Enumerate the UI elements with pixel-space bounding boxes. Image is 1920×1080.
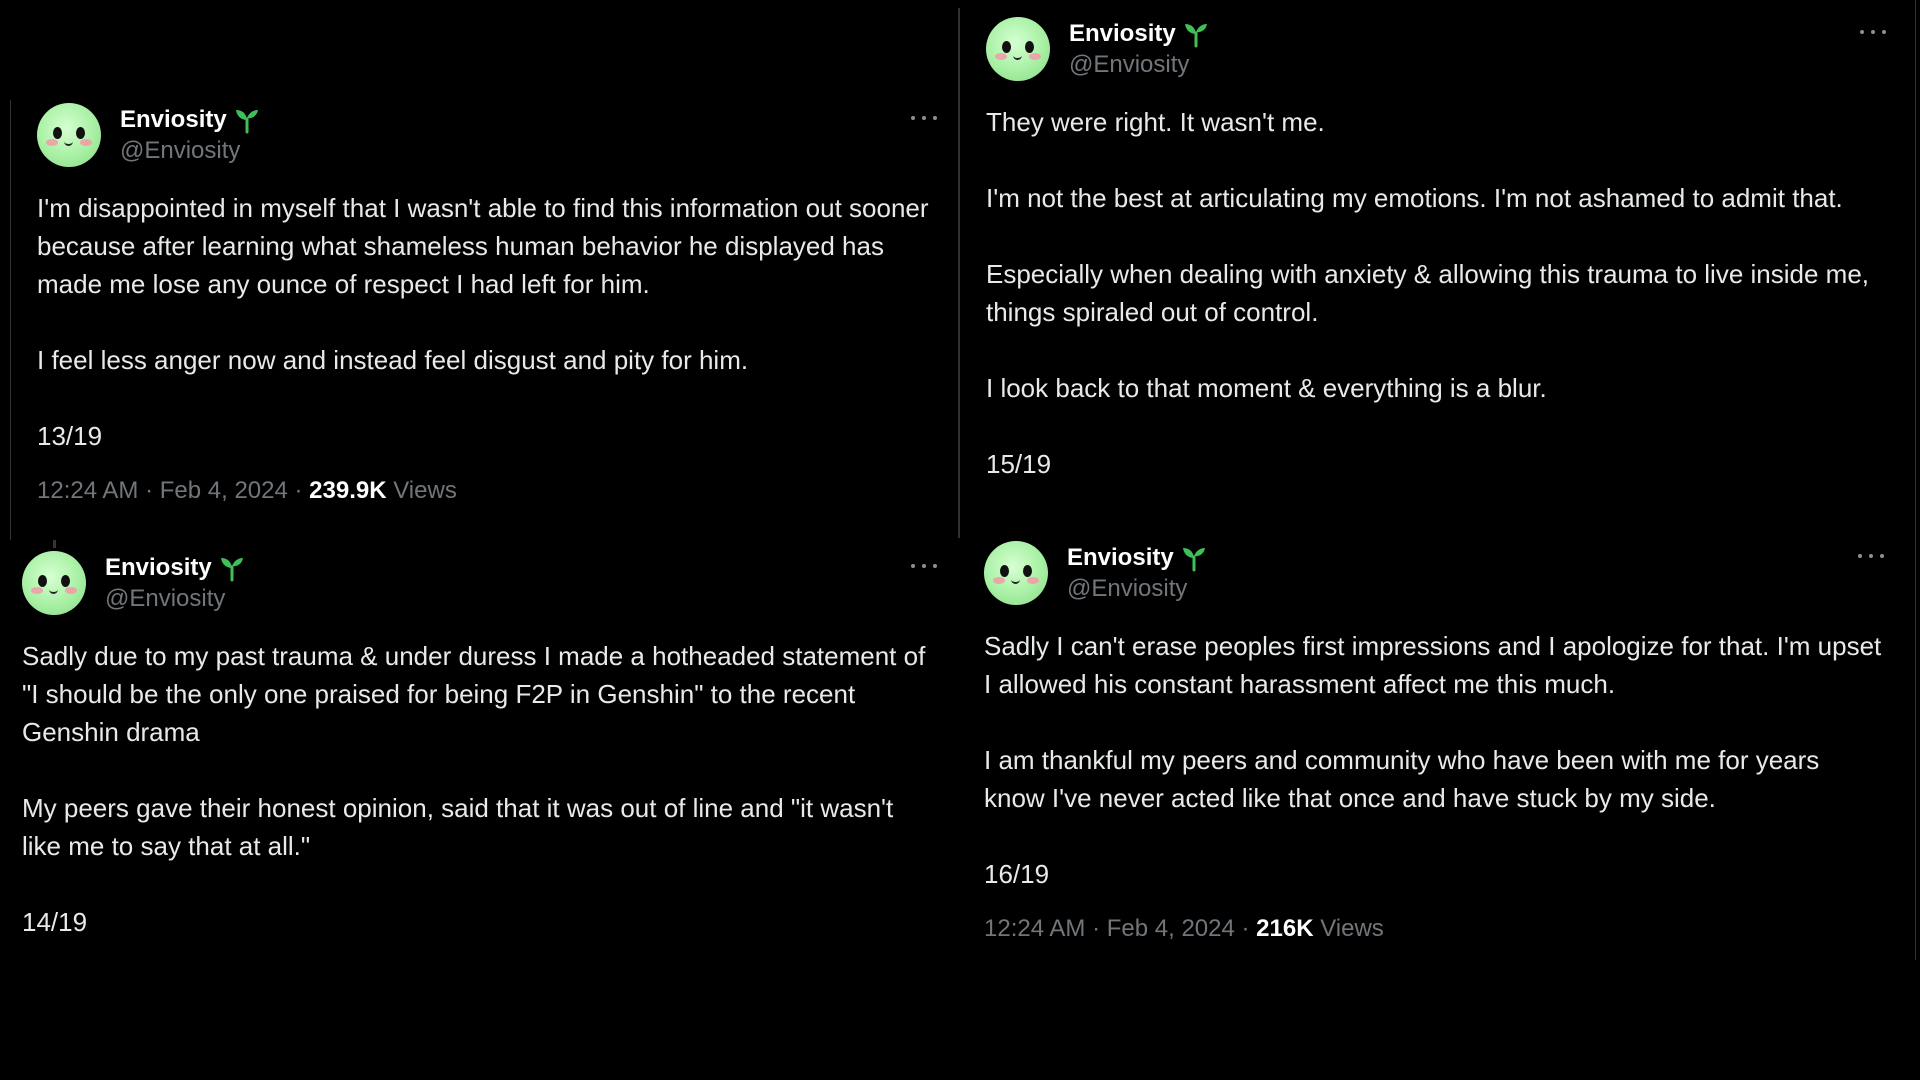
tweet-paragraph: They were right. It wasn't me. <box>986 107 1325 137</box>
meta-separator: · <box>138 477 160 504</box>
avatar-eye-right <box>1025 41 1034 53</box>
sprout-icon <box>235 110 258 134</box>
avatar[interactable] <box>986 17 1050 81</box>
display-name[interactable]: Enviosity <box>105 554 212 582</box>
tweet-paragraph: I'm disappointed in myself that I wasn't… <box>37 193 929 299</box>
avatar-blush-right <box>1027 577 1039 584</box>
thread-count: 15/19 <box>986 449 1052 479</box>
avatar-mouth <box>1013 53 1022 60</box>
tweet-13[interactable]: Enviosity @Enviosity I'm disappointed in… <box>37 103 937 505</box>
tweet-body: They were right. It wasn't me. I'm not t… <box>986 103 1886 407</box>
more-options-icon[interactable] <box>1858 551 1884 561</box>
thread-connector <box>53 540 56 548</box>
avatar-eye-left <box>38 575 47 587</box>
avatar-blush-left <box>46 139 58 146</box>
avatar-eye-left <box>1002 41 1011 53</box>
tweet-meta: 12:24 AM · Feb 4, 2024 · 216K Views <box>984 915 1884 943</box>
meta-separator: · <box>1234 915 1257 942</box>
avatar-eye-right <box>61 575 70 587</box>
tweet-time[interactable]: 12:24 AM <box>37 477 138 504</box>
tweet-date[interactable]: Feb 4, 2024 <box>1107 915 1235 942</box>
user-handle[interactable]: @Enviosity <box>1069 51 1189 79</box>
tweet-15[interactable]: Enviosity @Enviosity They were right. It… <box>986 17 1886 483</box>
avatar-eye-right <box>76 127 85 139</box>
tweet-date[interactable]: Feb 4, 2024 <box>160 477 288 504</box>
avatar-blush-left <box>995 53 1007 60</box>
avatar[interactable] <box>984 541 1048 605</box>
meta-separator: · <box>1085 915 1107 942</box>
more-options-icon[interactable] <box>911 113 937 123</box>
tweet-paragraph: I am thankful my peers and community who… <box>984 745 1820 813</box>
user-handle[interactable]: @Enviosity <box>105 585 225 613</box>
display-name[interactable]: Enviosity <box>1067 544 1174 572</box>
tweet-time[interactable]: 12:24 AM <box>984 915 1085 942</box>
views-count: 239.9K <box>309 477 387 504</box>
tweet-meta: 12:24 AM · Feb 4, 2024 · 239.9K Views <box>37 477 937 505</box>
tweet-paragraph: Sadly I can't erase peoples first impres… <box>984 631 1882 699</box>
views-label: Views <box>393 477 457 504</box>
tweet-header: Enviosity @Enviosity <box>986 17 1886 81</box>
user-handle[interactable]: @Enviosity <box>1067 575 1187 603</box>
name-row: Enviosity <box>1067 544 1208 572</box>
thread-line-left <box>10 100 11 540</box>
tweet-header: Enviosity @Enviosity <box>37 103 937 167</box>
display-name[interactable]: Enviosity <box>1069 20 1176 48</box>
views-count: 216K <box>1256 915 1314 942</box>
tweet-body: I'm disappointed in myself that I wasn't… <box>37 189 937 379</box>
meta-separator: · <box>287 477 310 504</box>
avatar-blush-right <box>80 139 92 146</box>
thread-count: 14/19 <box>22 907 88 937</box>
name-row: Enviosity <box>105 554 246 582</box>
avatar-blush-right <box>65 587 77 594</box>
sprout-icon <box>1184 24 1207 48</box>
tweet-paragraph: I feel less anger now and instead feel d… <box>37 345 749 375</box>
avatar-blush-right <box>1029 53 1041 60</box>
sprout-icon <box>220 558 243 582</box>
tweet-header: Enviosity @Enviosity <box>22 551 937 615</box>
avatar-blush-left <box>993 577 1005 584</box>
tweet-14[interactable]: Enviosity @Enviosity Sadly due to my pas… <box>22 551 937 941</box>
avatar-mouth <box>64 139 73 146</box>
avatar-eye-left <box>53 127 62 139</box>
name-row: Enviosity <box>1069 20 1210 48</box>
display-name[interactable]: Enviosity <box>120 106 227 134</box>
avatar[interactable] <box>22 551 86 615</box>
tweet-paragraph: My peers gave their honest opinion, said… <box>22 793 894 861</box>
sprout-icon <box>1182 548 1205 572</box>
more-options-icon[interactable] <box>911 561 937 571</box>
avatar-mouth <box>49 587 58 594</box>
avatar-blush-left <box>31 587 43 594</box>
tweet-paragraph: I look back to that moment & everything … <box>986 373 1547 403</box>
more-options-icon[interactable] <box>1860 27 1886 37</box>
tweet-paragraph: I'm not the best at articulating my emot… <box>986 183 1843 213</box>
tweet-16[interactable]: Enviosity @Enviosity Sadly I can't erase… <box>984 541 1884 943</box>
tweet-paragraph: Sadly due to my past trauma & under dure… <box>22 641 926 747</box>
avatar-eye-right <box>1023 565 1032 577</box>
views-label: Views <box>1320 915 1384 942</box>
avatar-mouth <box>1011 577 1020 584</box>
thread-count: 13/19 <box>37 421 103 451</box>
edge-divider-right <box>1915 0 1916 960</box>
avatar-eye-left <box>1000 565 1009 577</box>
user-handle[interactable]: @Enviosity <box>120 137 240 165</box>
name-row: Enviosity <box>120 106 261 134</box>
tweet-body: Sadly I can't erase peoples first impres… <box>984 627 1884 817</box>
tweet-body: Sadly due to my past trauma & under dure… <box>22 637 937 865</box>
thread-count: 16/19 <box>984 859 1050 889</box>
tweet-paragraph: Especially when dealing with anxiety & a… <box>986 259 1869 327</box>
avatar[interactable] <box>37 103 101 167</box>
column-divider <box>958 8 960 538</box>
tweet-header: Enviosity @Enviosity <box>984 541 1884 605</box>
